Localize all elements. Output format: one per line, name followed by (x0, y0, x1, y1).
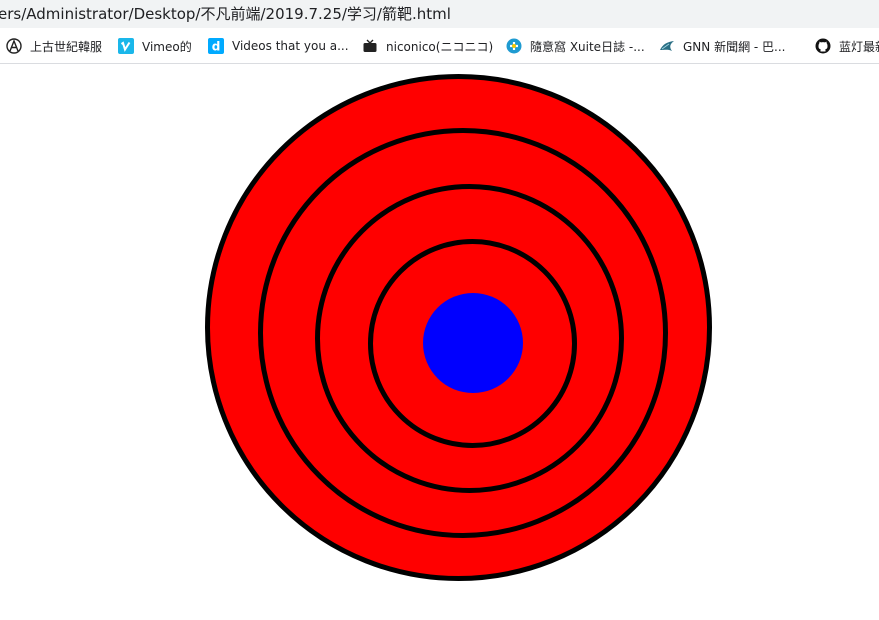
anarchy-logo-icon (6, 38, 22, 54)
bookmark-item-vimeo[interactable]: Vimeo的 (118, 37, 192, 55)
svg-text:d: d (212, 40, 221, 54)
github-icon (815, 38, 831, 54)
bookmark-label: GNN 新聞網 - 巴... (683, 39, 786, 54)
bookmark-item-xuite[interactable]: 隨意窩 Xuite日誌 -... (506, 37, 645, 55)
bookmark-item-gnn[interactable]: GNN 新聞網 - 巴... (659, 37, 785, 55)
dailymotion-icon: d (208, 38, 224, 54)
bookmark-label: 蓝灯最新 (839, 39, 879, 54)
bookmark-label: Vimeo的 (142, 39, 192, 54)
bookmark-label: Videos that you a... (232, 39, 349, 53)
bookmark-item-dailymotion[interactable]: d Videos that you a... (208, 37, 349, 55)
xuite-icon (506, 38, 522, 54)
target-bullseye (423, 293, 523, 393)
bookmarks-bar: 上古世紀韓服 Vimeo的 d Videos that you a... nic… (0, 28, 879, 64)
gamer-dragon-icon (659, 38, 675, 54)
bookmark-label: 隨意窩 Xuite日誌 -... (530, 39, 645, 54)
archery-target (0, 64, 879, 620)
bookmark-label: 上古世紀韓服 (30, 39, 103, 54)
niconico-tv-icon (362, 38, 378, 54)
vimeo-icon (118, 38, 134, 54)
bookmark-item-niconico[interactable]: niconico(ニコニコ) (362, 37, 493, 55)
url-text[interactable]: ers/Administrator/Desktop/不凡前端/2019.7.25… (0, 3, 451, 24)
bookmark-label: niconico(ニコニコ) (386, 39, 494, 54)
bookmark-item-lantern[interactable]: 蓝灯最新 (815, 37, 879, 55)
address-bar[interactable]: ers/Administrator/Desktop/不凡前端/2019.7.25… (0, 0, 879, 28)
bookmark-item-archeage[interactable]: 上古世紀韓服 (6, 37, 102, 55)
